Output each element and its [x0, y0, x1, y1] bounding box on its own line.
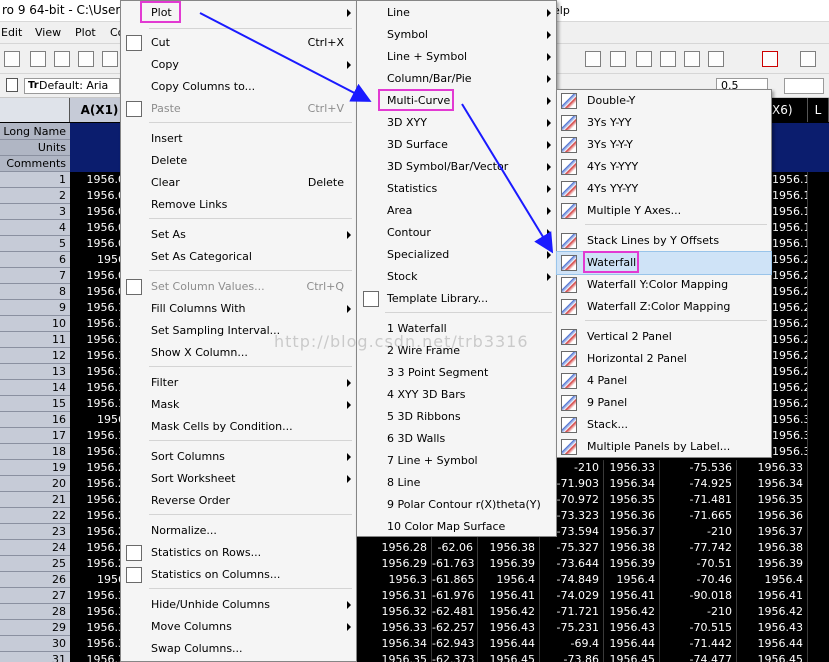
arrow-plot-to-multicurve: [199, 12, 372, 102]
watermark: http://blog.csdn.net/trb3316: [274, 332, 529, 351]
annotation-arrows: [199, 12, 554, 254]
arrow-multicurve-to-waterfall: [461, 103, 554, 254]
